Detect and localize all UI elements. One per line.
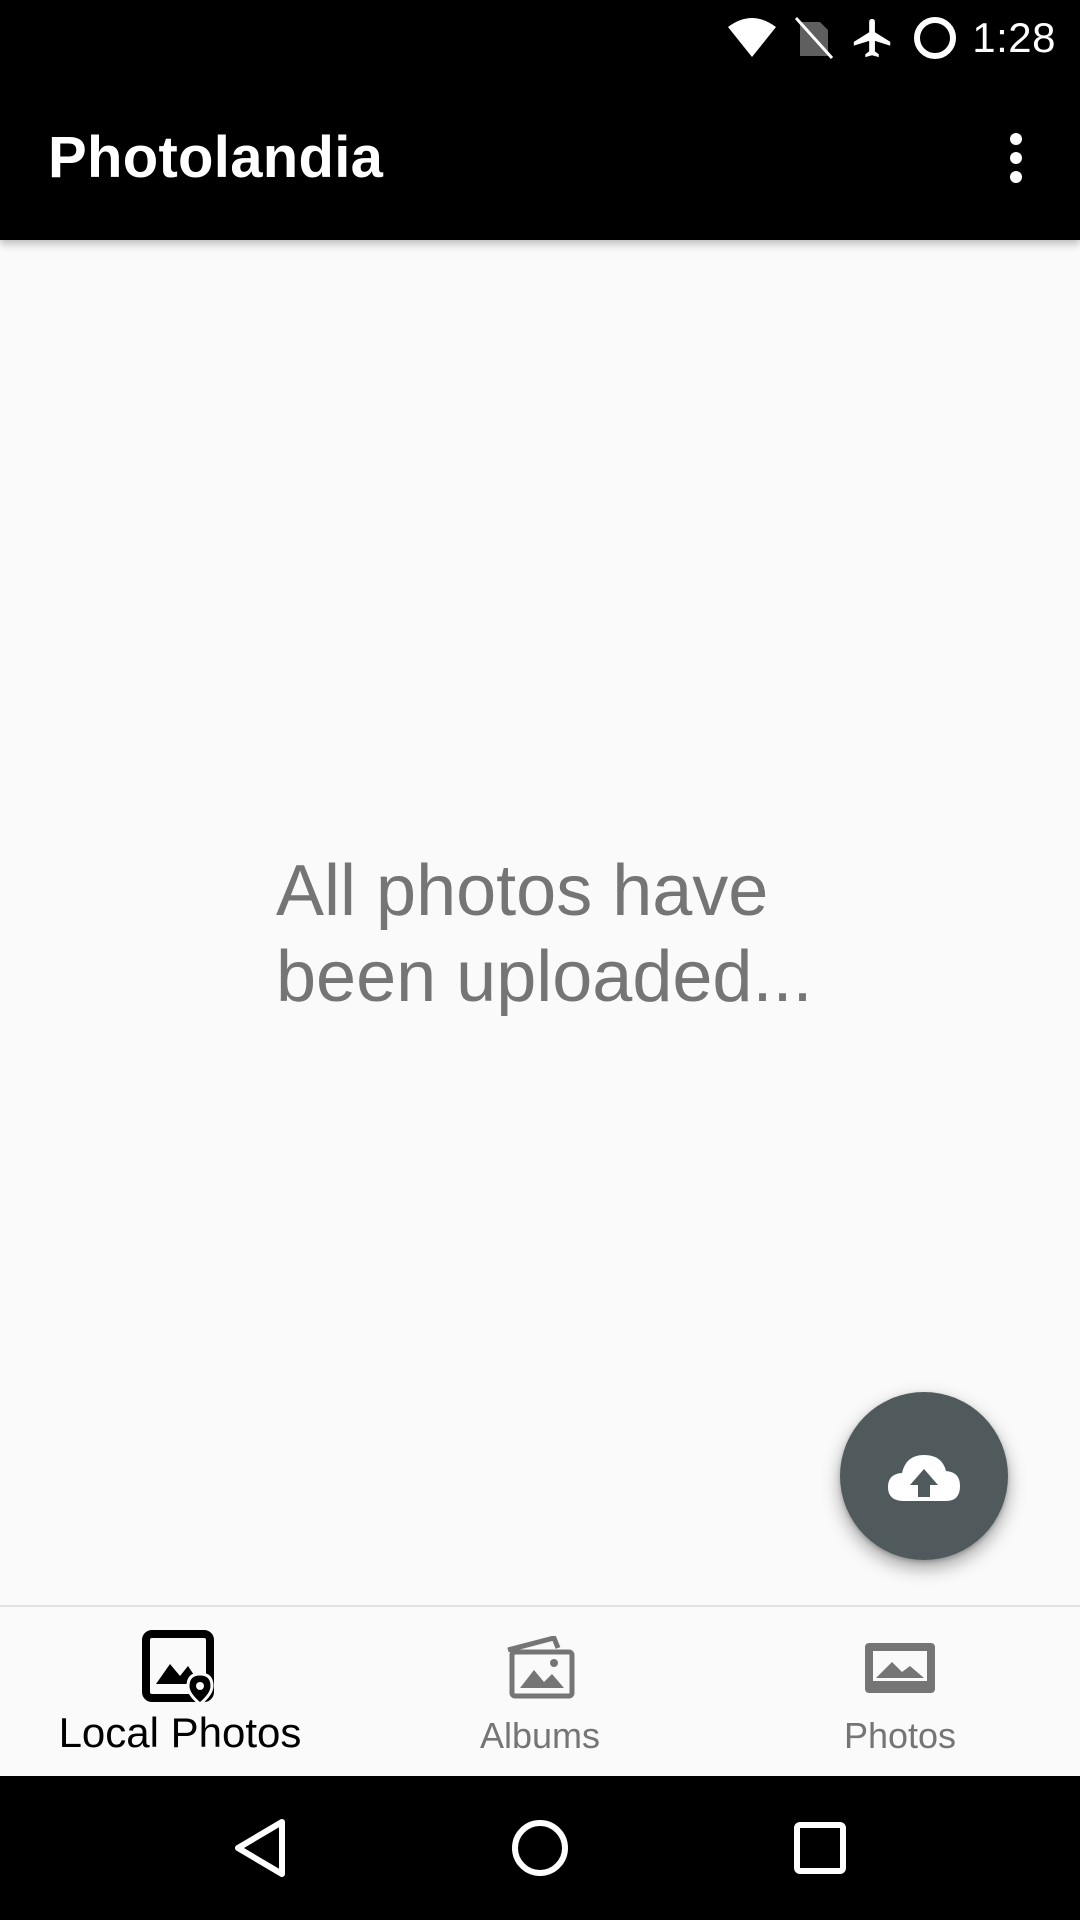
upload-fab[interactable] xyxy=(840,1392,1008,1560)
back-icon xyxy=(235,1819,285,1877)
nav-item-photos[interactable]: Photos xyxy=(720,1607,1080,1776)
status-time: 1:28 xyxy=(972,13,1056,61)
no-sim-icon xyxy=(794,16,834,60)
airplane-mode-icon xyxy=(850,15,896,61)
app-title: Photolandia xyxy=(48,125,384,190)
battery-saver-icon xyxy=(912,15,958,61)
home-icon xyxy=(512,1820,568,1876)
empty-state-message: All photos have been uploaded... xyxy=(276,851,813,1017)
more-vert-icon xyxy=(1010,132,1022,183)
back-button[interactable] xyxy=(210,1798,310,1898)
cloud-upload-icon xyxy=(888,1455,960,1501)
recents-button[interactable] xyxy=(770,1798,870,1898)
bottom-navigation: Local Photos Albums Photos xyxy=(0,1605,1080,1776)
wifi-icon xyxy=(726,17,778,59)
nav-item-local-photos[interactable]: Local Photos xyxy=(0,1607,360,1776)
recents-icon xyxy=(794,1822,846,1874)
status-bar: 1:28 xyxy=(0,0,1080,75)
system-navigation-bar xyxy=(0,1776,1080,1920)
nav-label-local-photos: Local Photos xyxy=(58,1709,302,1756)
nav-label-photos: Photos xyxy=(843,1715,957,1756)
home-button[interactable] xyxy=(490,1798,590,1898)
nav-label-albums: Albums xyxy=(479,1715,601,1756)
albums-icon xyxy=(502,1627,578,1709)
overflow-menu-button[interactable] xyxy=(976,108,1056,208)
app-bar: Photolandia xyxy=(0,75,1080,240)
photo-icon xyxy=(862,1627,938,1709)
nav-item-albums[interactable]: Albums xyxy=(360,1607,720,1776)
local-photo-icon xyxy=(142,1627,218,1709)
